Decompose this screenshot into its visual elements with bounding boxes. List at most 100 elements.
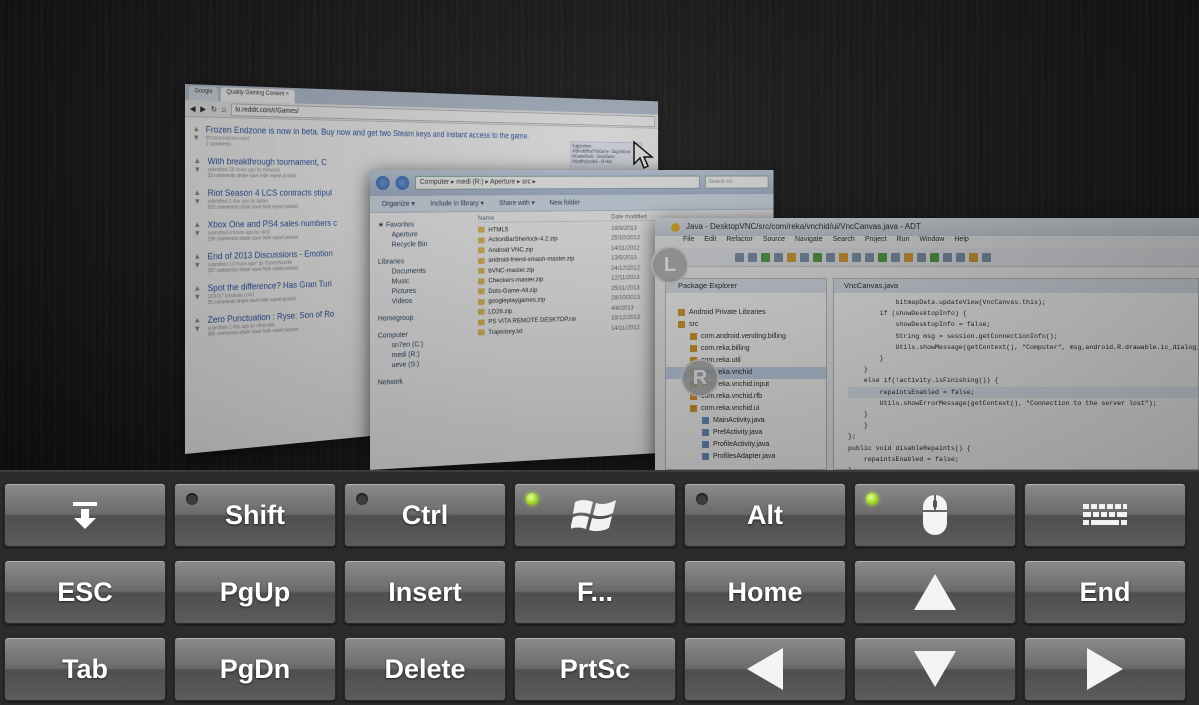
editor-tab[interactable]: VncCanvas.java bbox=[834, 279, 1198, 293]
remote-desktop-view[interactable]: Google Quality Gaming Content × ◀ ▶ ↻ ⌂ … bbox=[0, 0, 1199, 470]
toolbar-icon[interactable] bbox=[839, 252, 848, 262]
win-key[interactable] bbox=[514, 483, 676, 547]
vote-arrows-icon[interactable]: ▲ ▼ bbox=[193, 156, 202, 179]
mouse-key[interactable] bbox=[854, 483, 1016, 547]
forward-icon[interactable]: ▶ bbox=[200, 104, 206, 113]
toolbar-icon[interactable] bbox=[865, 252, 874, 262]
toolbar-icon[interactable] bbox=[982, 252, 991, 262]
vote-arrows-icon[interactable]: ▲ ▼ bbox=[193, 124, 200, 147]
nav-pictures[interactable]: Pictures bbox=[378, 287, 474, 296]
adt-ide-window[interactable]: Java - DesktopVNC/src/com/reka/vnchid/ui… bbox=[655, 218, 1199, 470]
tree-item[interactable]: PrefActivity.java bbox=[666, 427, 826, 439]
ctrl-key[interactable]: Ctrl bbox=[344, 483, 506, 547]
tree-item[interactable]: ProfileActivity.java bbox=[666, 439, 826, 451]
shift-key[interactable]: Shift bbox=[174, 483, 336, 547]
toolbar-icon[interactable] bbox=[930, 252, 939, 262]
nav-computer[interactable]: Computer bbox=[378, 330, 474, 340]
toolbar-icon[interactable] bbox=[735, 252, 744, 262]
share-with-button[interactable]: Share with ▾ bbox=[499, 199, 535, 207]
reload-icon[interactable]: ↻ bbox=[211, 104, 217, 113]
menu-item[interactable]: Run bbox=[897, 236, 910, 248]
toolbar-icon[interactable] bbox=[813, 252, 822, 262]
post-actions[interactable]: 33 comments share save hide report pocke… bbox=[208, 173, 327, 179]
toolbar-icon[interactable] bbox=[826, 252, 835, 262]
nav-drive-r[interactable]: medi (R:) bbox=[378, 349, 474, 359]
nav-drive-c[interactable]: sn7en (C:) bbox=[378, 339, 474, 349]
nav-recycle-bin[interactable]: Recycle Bin bbox=[378, 241, 474, 249]
toolbar-icon[interactable] bbox=[761, 252, 770, 262]
browser-tab[interactable]: Google bbox=[188, 86, 219, 102]
toolbar-icon[interactable] bbox=[748, 252, 757, 262]
menu-item[interactable]: Navigate bbox=[795, 236, 823, 248]
forward-circle-icon[interactable] bbox=[395, 175, 410, 190]
prtsc-key[interactable]: PrtSc bbox=[514, 637, 676, 701]
toolbar-icon[interactable] bbox=[787, 252, 796, 262]
nav-documents[interactable]: Documents bbox=[378, 267, 474, 276]
tree-item[interactable]: com.reka.billing bbox=[666, 343, 826, 355]
toolbar-icon[interactable] bbox=[878, 252, 887, 262]
toolbar-icon[interactable] bbox=[904, 252, 913, 262]
fkeys-key[interactable]: F... bbox=[514, 560, 676, 624]
package-explorer-tab[interactable]: Package Explorer bbox=[666, 279, 826, 293]
tab-key[interactable]: Tab bbox=[4, 637, 166, 701]
nav-libraries[interactable]: Libraries bbox=[378, 257, 474, 265]
nav-aperture[interactable]: Aperture bbox=[378, 231, 474, 239]
toolbar-icon[interactable] bbox=[969, 252, 978, 262]
toolbar-icon[interactable] bbox=[956, 252, 965, 262]
right-key[interactable] bbox=[1024, 637, 1186, 701]
menu-item[interactable]: Edit bbox=[704, 236, 716, 248]
include-library-button[interactable]: Include in library ▾ bbox=[430, 199, 484, 207]
post-title[interactable]: Riot Season 4 LCS contracts stipul bbox=[208, 188, 332, 198]
toolbar-icon[interactable] bbox=[943, 252, 952, 262]
code-editor[interactable]: VncCanvas.java bitmapData.updateView(Vnc… bbox=[833, 278, 1199, 470]
toolbar-icon[interactable] bbox=[800, 252, 809, 262]
tree-item[interactable]: com.reka.vnchid.ui bbox=[666, 403, 826, 415]
tree-item[interactable]: Android Private Libraries bbox=[666, 307, 826, 319]
left-key[interactable] bbox=[684, 637, 846, 701]
menu-item[interactable]: File bbox=[683, 236, 694, 248]
back-icon[interactable]: ◀ bbox=[190, 104, 196, 113]
tree-item[interactable]: src bbox=[666, 319, 826, 331]
home-icon[interactable]: ⌂ bbox=[222, 105, 226, 114]
end-key[interactable]: End bbox=[1024, 560, 1186, 624]
browser-tab-active[interactable]: Quality Gaming Content × bbox=[221, 87, 295, 104]
toolbar-icon[interactable] bbox=[852, 252, 861, 262]
column-date[interactable]: Date modified bbox=[611, 214, 647, 221]
nav-videos[interactable]: Videos bbox=[378, 296, 474, 305]
vote-arrows-icon[interactable]: ▲ ▼ bbox=[193, 252, 202, 275]
insert-key[interactable]: Insert bbox=[344, 560, 506, 624]
menu-item[interactable]: Project bbox=[865, 236, 887, 248]
new-folder-button[interactable]: New folder bbox=[549, 199, 579, 206]
menu-item[interactable]: Refactor bbox=[726, 236, 752, 248]
keyboard-key[interactable] bbox=[1024, 483, 1186, 547]
home-key[interactable]: Home bbox=[684, 560, 846, 624]
organize-button[interactable]: Organize ▾ bbox=[382, 200, 415, 208]
down-key[interactable] bbox=[854, 637, 1016, 701]
nav-drive-s[interactable]: ueve (S:) bbox=[378, 359, 474, 370]
nav-music[interactable]: Music bbox=[378, 277, 474, 286]
column-name[interactable]: Name bbox=[478, 214, 611, 222]
menu-item[interactable]: Source bbox=[763, 236, 785, 248]
nav-favorites[interactable]: ★ Favorites bbox=[378, 220, 474, 229]
pgdn-key[interactable]: PgDn bbox=[174, 637, 336, 701]
nav-homegroup[interactable]: Homegroup bbox=[378, 313, 474, 323]
nav-network[interactable]: Network bbox=[378, 376, 474, 387]
back-circle-icon[interactable] bbox=[375, 175, 390, 190]
menu-item[interactable]: Search bbox=[833, 236, 855, 248]
esc-key[interactable]: ESC bbox=[4, 560, 166, 624]
toolbar-icon[interactable] bbox=[774, 252, 783, 262]
explorer-path[interactable]: Computer ▸ medi (R:) ▸ Aperture ▸ src ▸ bbox=[414, 175, 700, 190]
toolbar-icon[interactable] bbox=[917, 252, 926, 262]
menu-item[interactable]: Window bbox=[919, 236, 944, 248]
up-key[interactable] bbox=[854, 560, 1016, 624]
vote-arrows-icon[interactable]: ▲ ▼ bbox=[193, 283, 202, 306]
delete-key[interactable]: Delete bbox=[344, 637, 506, 701]
vote-arrows-icon[interactable]: ▲ ▼ bbox=[193, 220, 202, 243]
pgup-key[interactable]: PgUp bbox=[174, 560, 336, 624]
hide-key[interactable] bbox=[4, 483, 166, 547]
tree-item[interactable]: MainActivity.java bbox=[666, 415, 826, 427]
explorer-search[interactable]: Search src bbox=[704, 175, 769, 189]
post-title[interactable]: With breakthrough tournament, C bbox=[208, 156, 327, 167]
tree-item[interactable]: ProfilesAdapter.java bbox=[666, 451, 826, 463]
tree-item[interactable]: com.android.vending.billing bbox=[666, 331, 826, 343]
